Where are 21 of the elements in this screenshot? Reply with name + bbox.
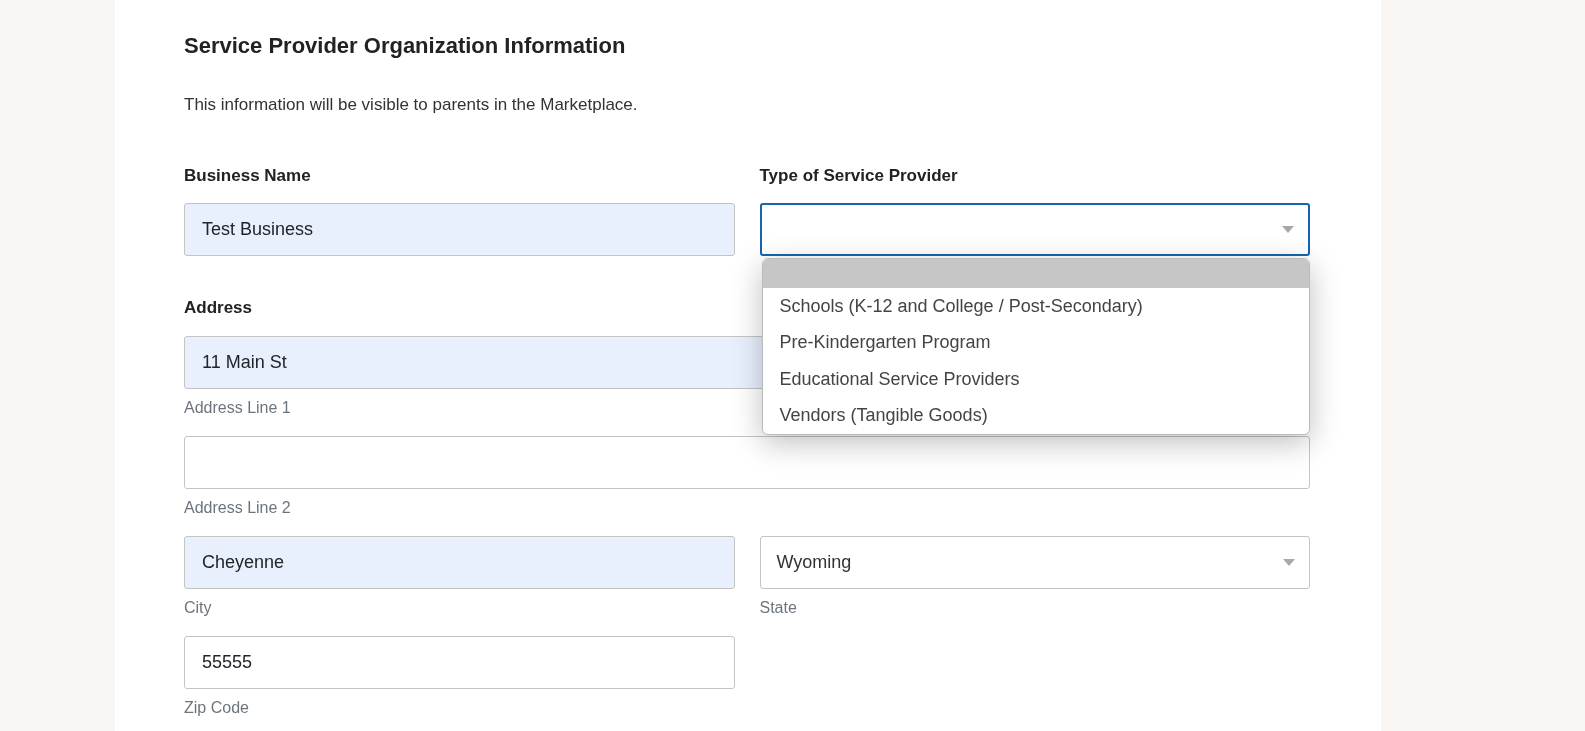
dropdown-arrow-icon — [1282, 226, 1294, 233]
dropdown-option[interactable]: Schools (K-12 and College / Post-Secondary) — [762, 288, 1309, 325]
field-caption: Address Line 1 — [184, 398, 291, 418]
field-label: Type of Service Provider — [759, 166, 958, 186]
select-field[interactable]: Wyoming — [759, 536, 1310, 589]
section-heading: Service Provider Organization Information — [184, 33, 627, 59]
text-field[interactable] — [184, 436, 1310, 489]
dropdown-option[interactable]: Vendors (Tangible Goods) — [762, 397, 1309, 434]
text-field[interactable]: Test Business — [184, 203, 735, 256]
field-caption: City — [184, 598, 212, 618]
field-label: Address — [184, 298, 253, 318]
dropdown-arrow-icon — [1283, 559, 1295, 566]
intro-text: This information will be visible to parents in the Marketplace. — [184, 95, 639, 115]
select-field[interactable] — [759, 203, 1310, 256]
field-caption: State — [759, 598, 797, 618]
text-field[interactable]: 55555 — [184, 636, 735, 689]
field-caption: Zip Code — [184, 698, 249, 718]
field-caption: Address Line 2 — [184, 498, 291, 518]
select-value: Wyoming — [776, 552, 852, 573]
text-field[interactable]: Cheyenne — [184, 536, 735, 589]
field-label: Business Name — [184, 166, 311, 186]
